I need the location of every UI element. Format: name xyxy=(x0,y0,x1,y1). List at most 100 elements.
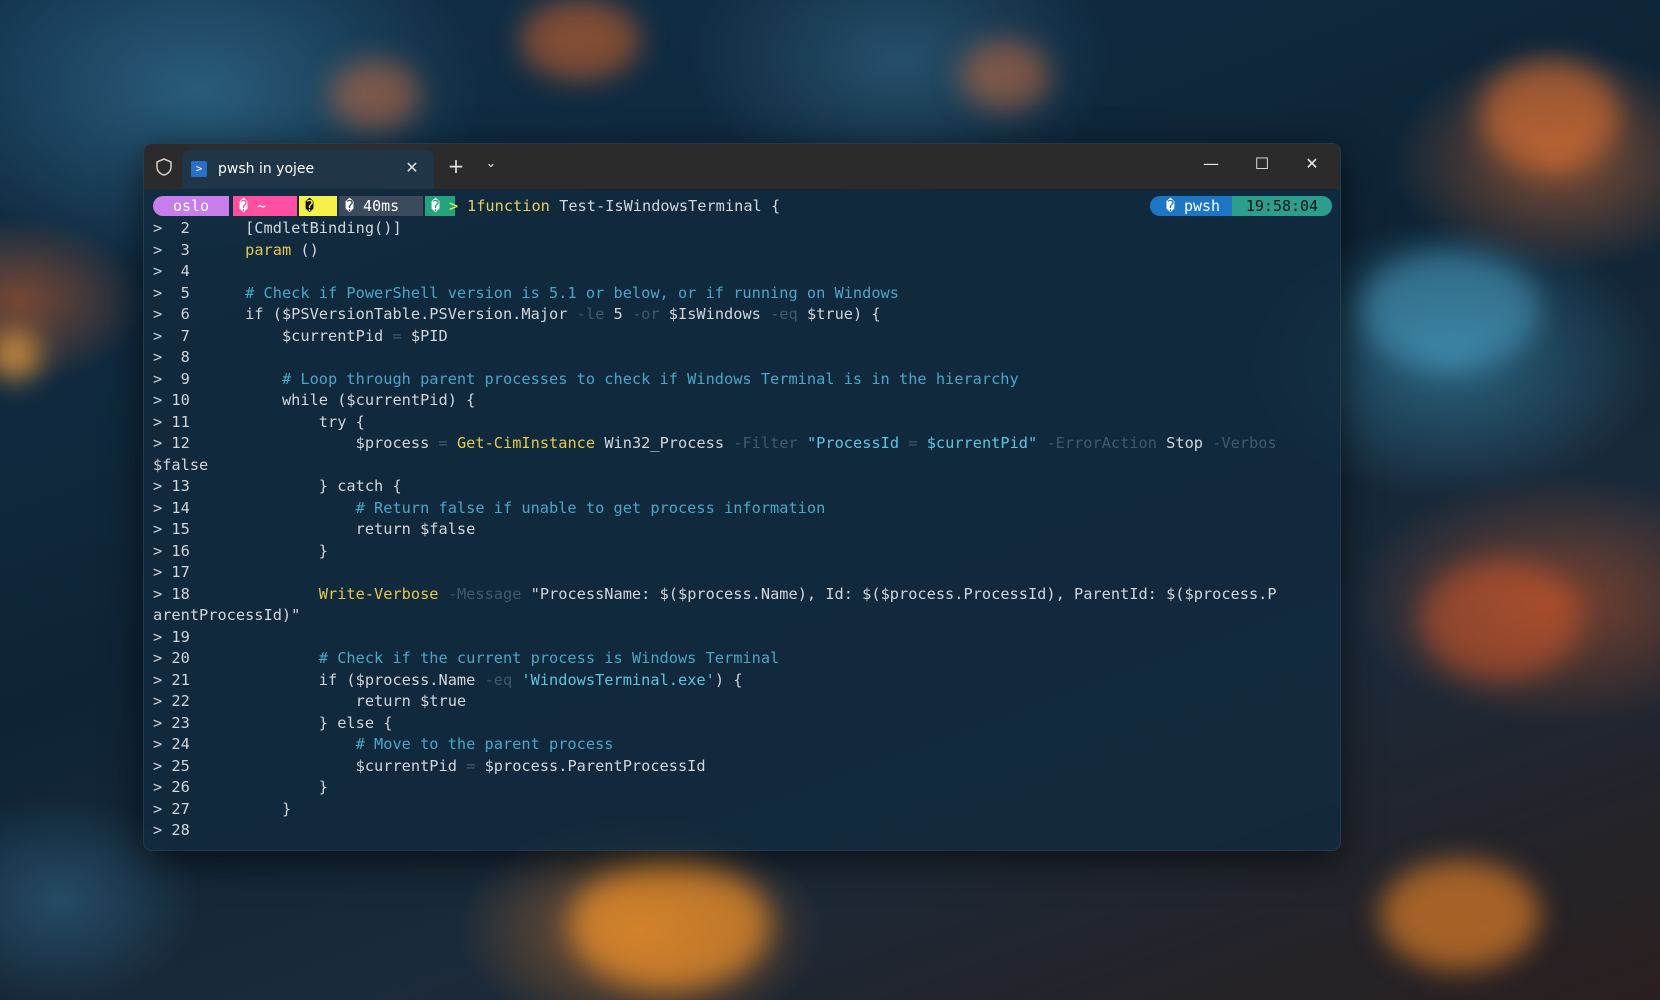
continuation-prompt: > xyxy=(153,627,172,646)
code-line: arentProcessId)" xyxy=(153,606,301,624)
line-number: 2 xyxy=(171,219,190,237)
continuation-prompt: > xyxy=(153,326,172,345)
line-number: 19 xyxy=(171,627,190,646)
code-line: > 4 xyxy=(153,261,1332,283)
close-tab-icon[interactable]: ✕ xyxy=(402,158,422,177)
line-number: 28 xyxy=(171,821,190,839)
line-number: 21 xyxy=(171,670,190,689)
continuation-prompt: > xyxy=(153,305,172,323)
code-block: > 2 [CmdletBinding()] > 3 param () > 4 > 5 … xyxy=(153,218,1332,842)
continuation-prompt: > xyxy=(153,670,172,689)
line-number: 5 xyxy=(171,283,190,302)
line-number: 24 xyxy=(171,735,190,753)
prompt-arrow: > xyxy=(449,197,459,215)
tab-pwsh[interactable]: > pwsh in yojee ✕ xyxy=(182,150,434,189)
code-line: > 9 # Loop through parent processes to c… xyxy=(153,369,1019,388)
code-line: > 21 if ($process.Name -eq 'WindowsTermi… xyxy=(153,670,743,689)
maximize-button[interactable]: ☐ xyxy=(1242,148,1282,180)
code-line: > 15 return $false xyxy=(153,520,476,538)
code-line: $false xyxy=(153,455,209,474)
continuation-prompt: > xyxy=(153,541,172,560)
code-line: > 26 } xyxy=(153,778,328,796)
function-keyword: function xyxy=(476,197,550,215)
line-number: 20 xyxy=(171,649,190,667)
line-number: 25 xyxy=(171,756,190,775)
continuation-prompt: > xyxy=(153,477,172,495)
continuation-prompt: > xyxy=(153,692,172,710)
line-number: 26 xyxy=(171,778,190,796)
code-line: > 27 } xyxy=(153,799,292,818)
prompt-segment-git: � xyxy=(299,196,337,216)
tab-title: pwsh in yojee xyxy=(218,161,315,177)
line-number: 8 xyxy=(171,348,190,366)
continuation-prompt: > xyxy=(153,649,172,667)
continuation-prompt: > xyxy=(153,240,172,259)
shield-icon xyxy=(156,158,172,176)
continuation-prompt: > xyxy=(153,520,172,538)
continuation-prompt: > xyxy=(153,713,172,732)
terminal-content[interactable]: oslo � ~ � � 40ms � > 1function Test-IsW… xyxy=(153,194,1332,850)
code-line: > 3 param () xyxy=(153,240,319,259)
line-number: 12 xyxy=(171,434,190,452)
prompt-shell-badge: � pwsh xyxy=(1150,196,1236,216)
continuation-prompt: > xyxy=(153,735,172,753)
code-line: > 10 while ($currentPid) { xyxy=(153,391,476,409)
code-line: > 11 try { xyxy=(153,412,365,431)
code-line: > 13 } catch { xyxy=(153,477,402,495)
code-line: > 12 $process = Get-CimInstance Win32_Pr… xyxy=(153,434,1277,452)
line-number: 11 xyxy=(171,412,190,431)
prompt-segment-user: oslo xyxy=(153,196,229,216)
continuation-prompt: > xyxy=(153,563,172,581)
title-bar: > pwsh in yojee ✕ + ⌄ — ☐ ✕ xyxy=(144,144,1340,189)
code-line: > 25 $currentPid = $process.ParentProces… xyxy=(153,756,706,775)
continuation-prompt: > xyxy=(153,799,172,818)
prompt-time-badge: 19:58:04 xyxy=(1232,196,1332,216)
close-button[interactable]: ✕ xyxy=(1292,148,1332,180)
minimize-button[interactable]: — xyxy=(1191,148,1231,180)
continuation-prompt: > xyxy=(153,756,172,775)
line-number: 10 xyxy=(171,391,190,409)
line-number: 15 xyxy=(171,520,190,538)
line-number: 7 xyxy=(171,326,190,345)
code-line: > 7 $currentPid = $PID xyxy=(153,326,448,345)
continuation-prompt: > xyxy=(153,498,172,517)
continuation-prompt: > xyxy=(153,219,172,237)
code-line: > 23 } else { xyxy=(153,713,393,732)
code-line: > 24 # Move to the parent process xyxy=(153,735,614,753)
continuation-prompt: > xyxy=(153,283,172,302)
chevron-down-icon[interactable]: ⌄ xyxy=(481,156,501,171)
code-line: > 28 xyxy=(153,820,1332,842)
code-line: > 17 xyxy=(153,562,1332,584)
code-line: > 2 [CmdletBinding()] xyxy=(153,219,402,237)
code-line: > 14 # Return false if unable to get pro… xyxy=(153,498,826,517)
code-line: > 6 if ($PSVersionTable.PSVersion.Major … xyxy=(153,305,881,323)
continuation-prompt: > xyxy=(153,412,172,431)
code-line: > 18 Write-Verbose -Message "ProcessName… xyxy=(153,584,1277,603)
continuation-prompt: > xyxy=(153,348,172,366)
line-number: 3 xyxy=(171,240,190,259)
code-line: > 22 return $true xyxy=(153,692,467,710)
continuation-prompt: > xyxy=(153,584,172,603)
continuation-prompt: > xyxy=(153,262,172,280)
new-tab-button[interactable]: + xyxy=(444,154,468,178)
line-number: 27 xyxy=(171,799,190,818)
line-number: 16 xyxy=(171,541,190,560)
continuation-prompt: > xyxy=(153,369,172,388)
line-number: 13 xyxy=(171,477,190,495)
continuation-prompt: > xyxy=(153,821,172,839)
line-number: 23 xyxy=(171,713,190,732)
code-line: > 20 # Check if the current process is W… xyxy=(153,649,780,667)
line-number: 4 xyxy=(171,262,190,280)
terminal-window: > pwsh in yojee ✕ + ⌄ — ☐ ✕ oslo � ~ � �… xyxy=(143,143,1341,851)
line-number: 14 xyxy=(171,498,190,517)
continuation-prompt: > xyxy=(153,391,172,409)
prompt-line: oslo � ~ � � 40ms � > 1function Test-IsW… xyxy=(153,194,1332,218)
line-number: 18 xyxy=(171,584,190,603)
powershell-icon: > xyxy=(191,161,207,177)
code-line: > 5 # Check if PowerShell version is 5.1… xyxy=(153,283,899,302)
prompt-segment-duration: � 40ms xyxy=(339,196,423,216)
line-number: 6 xyxy=(171,305,190,323)
line-number: 22 xyxy=(171,692,190,710)
line-number: 17 xyxy=(171,563,190,581)
continuation-prompt: > xyxy=(153,778,172,796)
